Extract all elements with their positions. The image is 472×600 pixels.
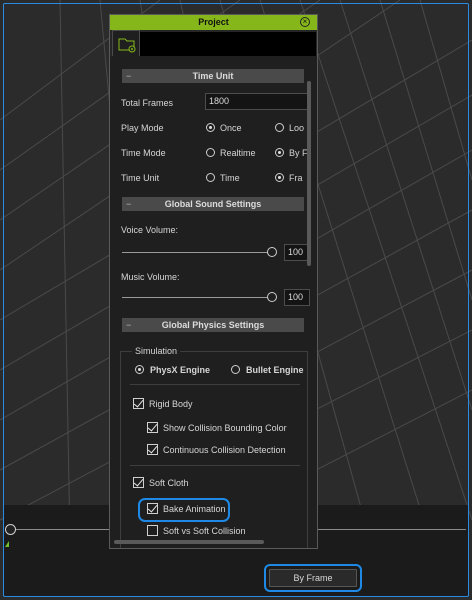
by-frame-button[interactable]: By Frame bbox=[269, 569, 357, 587]
panel-tab-row bbox=[110, 30, 317, 56]
section-header-time-unit[interactable]: − Time Unit bbox=[122, 69, 304, 83]
panel-title: Project bbox=[198, 17, 229, 27]
total-frames-input[interactable]: 1800 bbox=[205, 93, 309, 110]
soft-cloth-checkbox[interactable] bbox=[133, 477, 144, 488]
voice-volume-label: Voice Volume: bbox=[121, 225, 179, 235]
soft-vs-soft-label: Soft vs Soft Collision bbox=[163, 526, 246, 536]
total-frames-label: Total Frames bbox=[121, 98, 174, 108]
play-mode-loop-radio[interactable] bbox=[275, 123, 284, 132]
music-volume-input[interactable]: 100 bbox=[284, 289, 310, 306]
bake-animation-checkbox[interactable] bbox=[147, 503, 158, 514]
voice-volume-slider[interactable] bbox=[122, 252, 270, 253]
tab-project[interactable] bbox=[112, 30, 140, 56]
physx-engine-label: PhysX Engine bbox=[150, 365, 211, 375]
section-title: Global Physics Settings bbox=[161, 320, 265, 330]
time-unit-frame-label: Fra bbox=[289, 173, 303, 183]
timeline-marker-icon bbox=[5, 541, 9, 547]
play-mode-label: Play Mode bbox=[121, 123, 164, 133]
section-header-physics[interactable]: − Global Physics Settings bbox=[122, 318, 304, 332]
time-mode-realtime-label: Realtime bbox=[220, 148, 256, 158]
continuous-collision-checkbox[interactable] bbox=[147, 444, 158, 455]
bake-animation-label: Bake Animation bbox=[163, 504, 226, 514]
music-volume-handle[interactable] bbox=[267, 292, 277, 302]
divider bbox=[130, 465, 300, 466]
collapse-icon[interactable]: − bbox=[126, 197, 131, 211]
time-unit-frame-radio[interactable] bbox=[275, 173, 284, 182]
play-mode-loop-label: Loo bbox=[289, 123, 305, 133]
music-volume-label: Music Volume: bbox=[121, 272, 180, 282]
simulation-label: Simulation bbox=[132, 346, 181, 356]
panel-scroll-content[interactable]: − Time Unit Total Frames 1800 Play Mode … bbox=[110, 56, 317, 548]
time-unit-time-radio[interactable] bbox=[206, 173, 215, 182]
vertical-scrollbar[interactable] bbox=[307, 81, 311, 266]
bullet-engine-label: Bullet Engine bbox=[246, 365, 304, 375]
folder-gear-icon bbox=[118, 38, 136, 53]
section-title: Time Unit bbox=[192, 71, 234, 81]
panel-titlebar[interactable]: Project × bbox=[110, 15, 317, 30]
continuous-collision-label: Continuous Collision Detection bbox=[163, 445, 286, 455]
bullet-engine-radio[interactable] bbox=[231, 365, 240, 374]
voice-volume-handle[interactable] bbox=[267, 247, 277, 257]
soft-cloth-label: Soft Cloth bbox=[149, 478, 189, 488]
section-title: Global Sound Settings bbox=[164, 199, 262, 209]
collapse-icon[interactable]: − bbox=[126, 318, 131, 332]
play-mode-once-label: Once bbox=[220, 123, 242, 133]
time-mode-byframe-label: By F bbox=[289, 148, 308, 158]
timeline-playhead[interactable] bbox=[5, 524, 16, 535]
divider bbox=[130, 384, 300, 385]
collapse-icon[interactable]: − bbox=[126, 69, 131, 83]
rigid-body-checkbox[interactable] bbox=[133, 398, 144, 409]
time-unit-label: Time Unit bbox=[121, 173, 160, 183]
time-unit-time-label: Time bbox=[220, 173, 240, 183]
rigid-body-label: Rigid Body bbox=[149, 399, 193, 409]
show-bounding-checkbox[interactable] bbox=[147, 422, 158, 433]
time-mode-realtime-radio[interactable] bbox=[206, 148, 215, 157]
close-icon[interactable]: × bbox=[300, 17, 310, 27]
play-mode-once-radio[interactable] bbox=[206, 123, 215, 132]
tab-strip-empty bbox=[140, 32, 316, 56]
time-mode-label: Time Mode bbox=[121, 148, 166, 158]
physx-engine-radio[interactable] bbox=[135, 365, 144, 374]
time-mode-byframe-radio[interactable] bbox=[275, 148, 284, 157]
section-header-sound[interactable]: − Global Sound Settings bbox=[122, 197, 304, 211]
music-volume-slider[interactable] bbox=[122, 297, 270, 298]
soft-vs-soft-checkbox[interactable] bbox=[147, 525, 158, 536]
show-bounding-label: Show Collision Bounding Color bbox=[163, 423, 287, 433]
project-panel: Project × − Time Unit Total Frames 1800 … bbox=[109, 14, 318, 549]
horizontal-scrollbar[interactable] bbox=[114, 540, 264, 544]
